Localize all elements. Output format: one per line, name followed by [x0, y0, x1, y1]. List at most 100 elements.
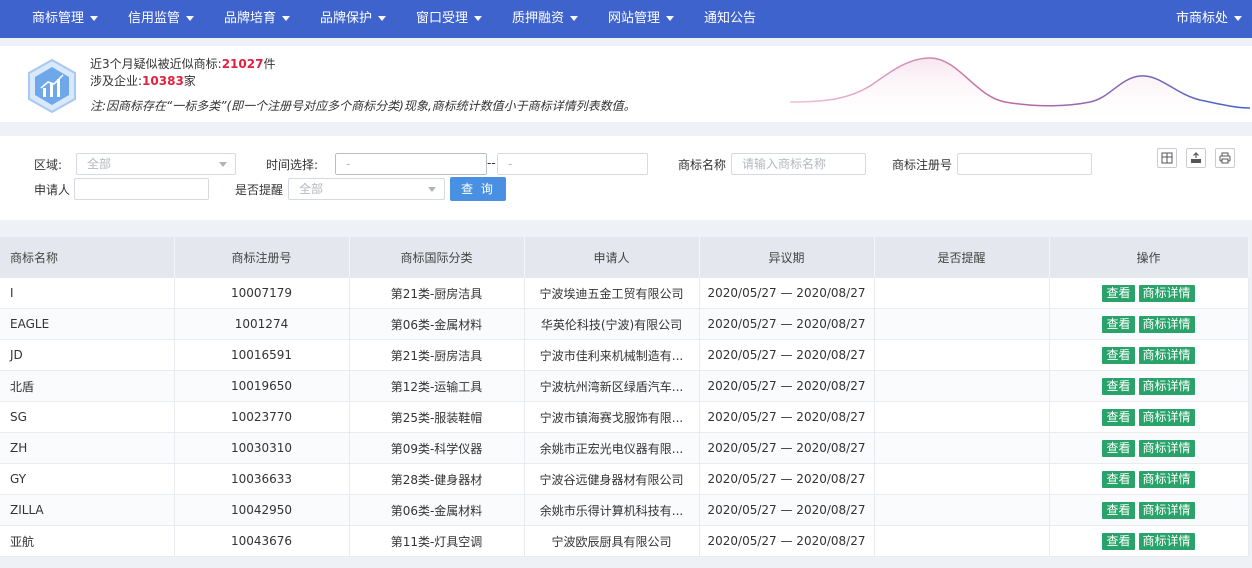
trademark-detail-button[interactable]: 商标详情: [1138, 315, 1195, 333]
cell-applicant: 宁波杭州湾新区绿盾汽车...: [524, 370, 700, 402]
cell-reg-no: 10043676: [174, 525, 350, 557]
print-button[interactable]: [1215, 148, 1235, 168]
view-button[interactable]: 查看: [1102, 346, 1135, 364]
view-button[interactable]: 查看: [1102, 377, 1135, 395]
chevron-down-icon: [666, 16, 675, 21]
trademark-detail-button[interactable]: 商标详情: [1138, 532, 1195, 550]
cell-trademark-name: ZH: [0, 432, 175, 464]
remind-select-value: 全部: [299, 182, 324, 196]
cell-actions: 查看 商标详情: [1049, 432, 1249, 464]
nav-trademark-management[interactable]: 商标管理: [32, 0, 99, 38]
time-end-input[interactable]: -: [497, 153, 648, 175]
cell-reg-no: 10030310: [174, 432, 350, 464]
nav-user-label: 市商标处: [1176, 11, 1229, 26]
view-button[interactable]: 查看: [1102, 439, 1135, 457]
cell-applicant: 宁波市镇海赛戈服饰有限...: [524, 401, 700, 433]
chevron-down-icon: [186, 16, 195, 21]
cell-applicant: 余姚市乐得计算机科技有...: [524, 494, 700, 526]
cell-remind: [874, 432, 1050, 464]
cell-objection-period: 2020/05/27 — 2020/08/27: [699, 463, 875, 495]
nav-notices[interactable]: 通知公告: [704, 0, 756, 38]
trademark-reg-input[interactable]: [957, 153, 1092, 175]
nav-website-management[interactable]: 网站管理: [608, 0, 675, 38]
col-header-class[interactable]: 商标国际分类: [349, 237, 525, 278]
view-button[interactable]: 查看: [1102, 284, 1135, 302]
export-icon: [1191, 152, 1201, 163]
chevron-down-icon: [90, 16, 99, 21]
cell-remind: [874, 278, 1050, 309]
time-separator: --: [487, 156, 496, 170]
nav-credit-supervision[interactable]: 信用监管: [128, 0, 195, 38]
nav-label: 质押融资: [512, 11, 565, 26]
chevron-down-icon: [378, 16, 387, 21]
cell-trademark-name: EAGLE: [0, 308, 175, 340]
cell-reg-no: 10016591: [174, 339, 350, 371]
table-row: SG 10023770 第25类-服装鞋帽 宁波市镇海赛戈服饰有限... 2020/05…: [0, 401, 1249, 433]
trademark-detail-button[interactable]: 商标详情: [1138, 470, 1195, 488]
view-button[interactable]: 查看: [1102, 470, 1135, 488]
cell-trademark-name: 亚航: [0, 525, 175, 557]
time-start-input[interactable]: -: [335, 153, 487, 175]
cell-applicant: 宁波埃迪五金工贸有限公司: [524, 278, 700, 309]
cell-trademark-name: GY: [0, 463, 175, 495]
top-nav: 商标管理 信用监管 品牌培育 品牌保护 窗口受理 质押融资 网站管理 通知公告 …: [0, 0, 1252, 38]
nav-window-acceptance[interactable]: 窗口受理: [416, 0, 483, 38]
cell-class: 第09类-科学仪器: [349, 432, 525, 464]
view-button[interactable]: 查看: [1102, 532, 1135, 550]
print-icon: [1219, 152, 1231, 164]
cell-remind: [874, 463, 1050, 495]
nav-label: 通知公告: [704, 11, 757, 26]
nav-pledge-financing[interactable]: 质押融资: [512, 0, 579, 38]
trademark-detail-button[interactable]: 商标详情: [1138, 501, 1195, 519]
stats-chart-icon: [28, 58, 76, 114]
view-button[interactable]: 查看: [1102, 315, 1135, 333]
trademark-detail-button[interactable]: 商标详情: [1138, 346, 1195, 364]
trademark-name-input[interactable]: 请输入商标名称: [731, 153, 866, 175]
applicant-input[interactable]: [74, 178, 209, 200]
nav-label: 商标管理: [32, 11, 85, 26]
trademark-detail-button[interactable]: 商标详情: [1138, 284, 1195, 302]
cell-actions: 查看 商标详情: [1049, 308, 1249, 340]
chevron-down-icon: [570, 16, 579, 21]
cell-applicant: 宁波欧辰厨具有限公司: [524, 525, 700, 557]
nav-brand-protection[interactable]: 品牌保护: [320, 0, 387, 38]
cell-class: 第11类-灯具空调: [349, 525, 525, 557]
cell-applicant: 华英伦科技(宁波)有限公司: [524, 308, 700, 340]
col-header-objection-period[interactable]: 异议期: [699, 237, 875, 278]
nav-user-menu[interactable]: 市商标处: [1176, 0, 1243, 38]
cell-remind: [874, 401, 1050, 433]
view-button[interactable]: 查看: [1102, 408, 1135, 426]
trademark-name-label: 商标名称: [678, 158, 727, 172]
cell-reg-no: 10007179: [174, 278, 350, 309]
cell-class: 第21类-厨房洁具: [349, 278, 525, 309]
col-header-applicant[interactable]: 申请人: [524, 237, 700, 278]
trademark-detail-button[interactable]: 商标详情: [1138, 439, 1195, 457]
cell-objection-period: 2020/05/27 — 2020/08/27: [699, 339, 875, 371]
remind-select[interactable]: 全部: [288, 178, 445, 200]
cell-actions: 查看 商标详情: [1049, 401, 1249, 433]
time-start-value: -: [346, 157, 351, 171]
trademark-detail-button[interactable]: 商标详情: [1138, 408, 1195, 426]
cell-class: 第21类-厨房洁具: [349, 339, 525, 371]
nav-brand-cultivation[interactable]: 品牌培育: [224, 0, 291, 38]
col-header-name[interactable]: 商标名称: [0, 237, 175, 278]
cell-objection-period: 2020/05/27 — 2020/08/27: [699, 525, 875, 557]
chevron-down-icon: [428, 187, 436, 192]
cell-class: 第06类-金属材料: [349, 494, 525, 526]
region-label: 区域:: [34, 158, 63, 172]
decorative-wave: [790, 57, 1250, 122]
trademark-detail-button[interactable]: 商标详情: [1138, 377, 1195, 395]
cell-objection-period: 2020/05/27 — 2020/08/27: [699, 401, 875, 433]
export-button[interactable]: [1186, 148, 1206, 168]
table-row: 北盾 10019650 第12类-运输工具 宁波杭州湾新区绿盾汽车... 2020/05…: [0, 370, 1249, 402]
cell-objection-period: 2020/05/27 — 2020/08/27: [699, 308, 875, 340]
col-header-remind[interactable]: 是否提醒: [874, 237, 1050, 278]
columns-button[interactable]: [1157, 148, 1177, 168]
cell-trademark-name: JD: [0, 339, 175, 371]
col-header-reg-no[interactable]: 商标注册号: [174, 237, 350, 278]
cell-objection-period: 2020/05/27 — 2020/08/27: [699, 278, 875, 309]
nav-label: 窗口受理: [416, 11, 469, 26]
view-button[interactable]: 查看: [1102, 501, 1135, 519]
region-select[interactable]: 全部: [76, 153, 236, 175]
query-button[interactable]: 查 询: [450, 177, 506, 201]
